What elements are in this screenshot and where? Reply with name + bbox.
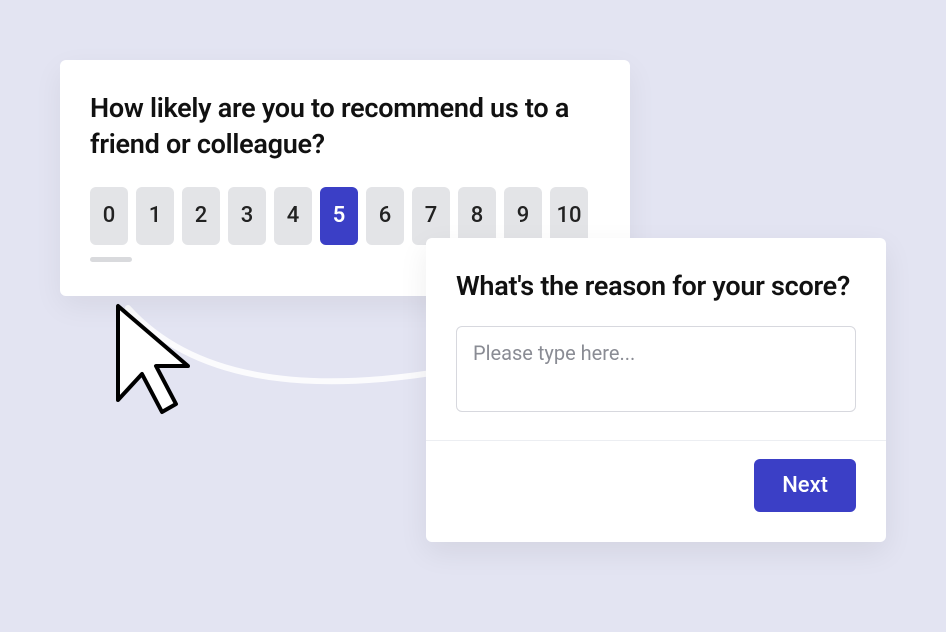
rating-button-9[interactable]: 9 bbox=[504, 187, 542, 245]
scroll-indicator bbox=[90, 257, 132, 262]
cursor-arrow-icon bbox=[106, 300, 192, 420]
reason-body: What's the reason for your score? bbox=[426, 238, 886, 440]
reason-textarea[interactable] bbox=[456, 326, 856, 412]
rating-button-3[interactable]: 3 bbox=[228, 187, 266, 245]
rating-button-8[interactable]: 8 bbox=[458, 187, 496, 245]
next-button[interactable]: Next bbox=[754, 459, 856, 512]
reason-question: What's the reason for your score? bbox=[456, 268, 856, 304]
connector-arc bbox=[120, 300, 450, 420]
rating-button-4[interactable]: 4 bbox=[274, 187, 312, 245]
rating-row: 0 1 2 3 4 5 6 7 8 9 10 bbox=[90, 187, 600, 245]
rating-button-7[interactable]: 7 bbox=[412, 187, 450, 245]
rating-button-2[interactable]: 2 bbox=[182, 187, 220, 245]
reason-card: What's the reason for your score? Next bbox=[426, 238, 886, 542]
rating-button-1[interactable]: 1 bbox=[136, 187, 174, 245]
rating-button-5[interactable]: 5 bbox=[320, 187, 358, 245]
nps-question: How likely are you to recommend us to a … bbox=[90, 90, 600, 163]
rating-button-6[interactable]: 6 bbox=[366, 187, 404, 245]
rating-button-0[interactable]: 0 bbox=[90, 187, 128, 245]
reason-footer: Next bbox=[426, 440, 886, 542]
rating-button-10[interactable]: 10 bbox=[550, 187, 588, 245]
